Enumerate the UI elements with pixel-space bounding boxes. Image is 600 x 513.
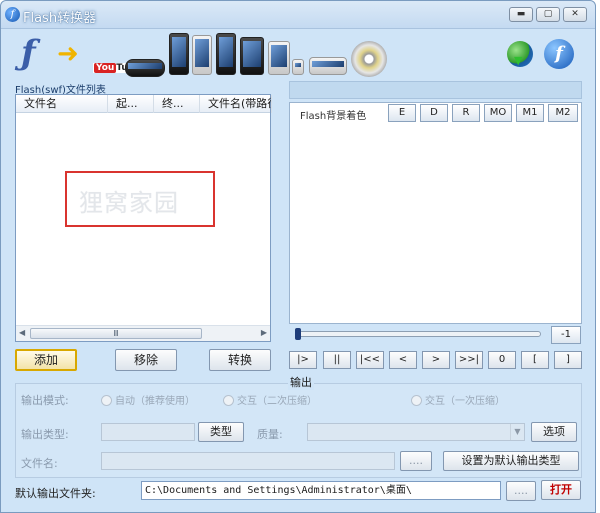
set-default-type-button[interactable]: 设置为默认输出类型: [443, 451, 579, 471]
key-button-m1[interactable]: M1: [516, 104, 544, 122]
filename-browse-button[interactable]: ....: [400, 451, 432, 471]
filename-label: 文件名:: [21, 457, 58, 470]
convert-arrow-icon: ➜: [57, 39, 79, 69]
radio-dot-icon: [101, 395, 112, 406]
window-title: Flash转换器: [23, 11, 97, 26]
zero-button[interactable]: 0: [488, 351, 516, 369]
mode-interactive-twice-radio[interactable]: 交互（二次压缩）: [223, 392, 317, 407]
options-button[interactable]: 选项: [531, 422, 577, 442]
minimize-button[interactable]: ▬: [509, 7, 533, 22]
flash-preview-panel[interactable]: Flash背景着色 E D R MO M1 M2: [289, 102, 582, 324]
walkman-device-icon: [216, 33, 236, 75]
title-bar[interactable]: f Flash转换器 ▬ ▢ ✕: [1, 1, 595, 29]
key-button-m2[interactable]: M2: [548, 104, 578, 122]
scroll-right-icon[interactable]: ▶: [261, 328, 267, 337]
forward-end-button[interactable]: >>|: [455, 351, 483, 369]
radio-dot-icon: [411, 395, 422, 406]
mode-interactive-once-label: 交互（一次压缩）: [425, 396, 505, 407]
step-back-button[interactable]: <: [389, 351, 417, 369]
radio-dot-icon: [223, 395, 234, 406]
mode-auto-radio[interactable]: 自动（推荐使用）: [101, 392, 195, 407]
ipod-shuffle-icon: [292, 59, 304, 75]
ipod-device-icon: [192, 35, 212, 75]
apple-tv-icon: [309, 57, 347, 75]
mark-out-button[interactable]: ]: [554, 351, 582, 369]
output-mode-label: 输出模式:: [21, 394, 69, 407]
add-button[interactable]: 添加: [15, 349, 77, 371]
file-list-header: 文件名 起... 终... 文件名(带路径): [16, 95, 272, 113]
key-button-d[interactable]: D: [420, 104, 448, 122]
open-folder-button[interactable]: 打开: [541, 480, 581, 500]
column-header-filename[interactable]: 文件名: [16, 95, 108, 113]
flash-app-icon: f: [5, 7, 20, 22]
default-folder-path[interactable]: C:\Documents and Settings\Administrator\…: [141, 481, 501, 500]
speed-button[interactable]: -1: [551, 326, 581, 344]
quality-label: 质量:: [257, 428, 283, 441]
type-button[interactable]: 类型: [198, 422, 244, 442]
background-color-label: Flash背景着色: [300, 111, 367, 122]
timeline-slider-handle[interactable]: [295, 328, 301, 340]
ipod-classic-icon: [268, 41, 290, 75]
column-header-path[interactable]: 文件名(带路径): [200, 95, 272, 113]
mode-interactive-twice-label: 交互（二次压缩）: [237, 396, 317, 407]
watermark-box: 狸窝家园: [65, 171, 215, 227]
pause-button[interactable]: ||: [323, 351, 351, 369]
preview-info-bar: [289, 81, 582, 99]
horizontal-scrollbar[interactable]: ◀ Ⅲ ▶: [16, 325, 270, 341]
convert-button[interactable]: 转换: [209, 349, 271, 371]
output-type-label: 输出类型:: [21, 428, 69, 441]
converter-window: f Flash转换器 ▬ ▢ ✕ ƒ ➜ YouTube f Flash(swf…: [0, 0, 596, 513]
output-group-title: 输出: [288, 374, 314, 390]
filename-field[interactable]: [101, 452, 395, 470]
quality-select[interactable]: ▼: [307, 423, 525, 441]
flash-logo-icon: ƒ: [21, 33, 36, 73]
file-list[interactable]: 文件名 起... 终... 文件名(带路径) 狸窝家园 ◀ Ⅲ ▶: [15, 94, 272, 342]
key-button-e[interactable]: E: [388, 104, 416, 122]
remove-button[interactable]: 移除: [115, 349, 177, 371]
close-button[interactable]: ✕: [563, 7, 587, 22]
timeline-slider[interactable]: [295, 328, 541, 340]
flash-player-icon[interactable]: f: [544, 39, 574, 69]
mobile-device-icon: [240, 37, 264, 75]
key-button-m0[interactable]: MO: [484, 104, 512, 122]
step-forward-button[interactable]: >: [422, 351, 450, 369]
mode-auto-label: 自动（推荐使用）: [115, 396, 195, 407]
folder-browse-button[interactable]: ....: [506, 481, 536, 501]
rewind-start-button[interactable]: |<<: [356, 351, 384, 369]
column-header-end[interactable]: 终...: [154, 95, 200, 113]
disc-icon: [351, 41, 387, 77]
output-type-field[interactable]: [101, 423, 195, 441]
psp-device-icon: [125, 59, 165, 77]
mode-interactive-once-radio[interactable]: 交互（一次压缩）: [411, 392, 505, 407]
youtube-prefix: You: [94, 63, 117, 73]
chevron-down-icon[interactable]: ▼: [510, 424, 524, 440]
key-button-r[interactable]: R: [452, 104, 480, 122]
watermark-text: 狸窝家园: [79, 189, 179, 217]
default-folder-label: 默认输出文件夹:: [15, 487, 96, 500]
play-button[interactable]: |>: [289, 351, 317, 369]
globe-download-icon[interactable]: [507, 41, 533, 67]
scroll-left-icon[interactable]: ◀: [19, 328, 25, 337]
phone-device-icon: [169, 33, 189, 75]
column-header-start[interactable]: 起...: [108, 95, 154, 113]
maximize-button[interactable]: ▢: [536, 7, 560, 22]
scroll-thumb[interactable]: Ⅲ: [30, 328, 202, 339]
mark-in-button[interactable]: [: [521, 351, 549, 369]
